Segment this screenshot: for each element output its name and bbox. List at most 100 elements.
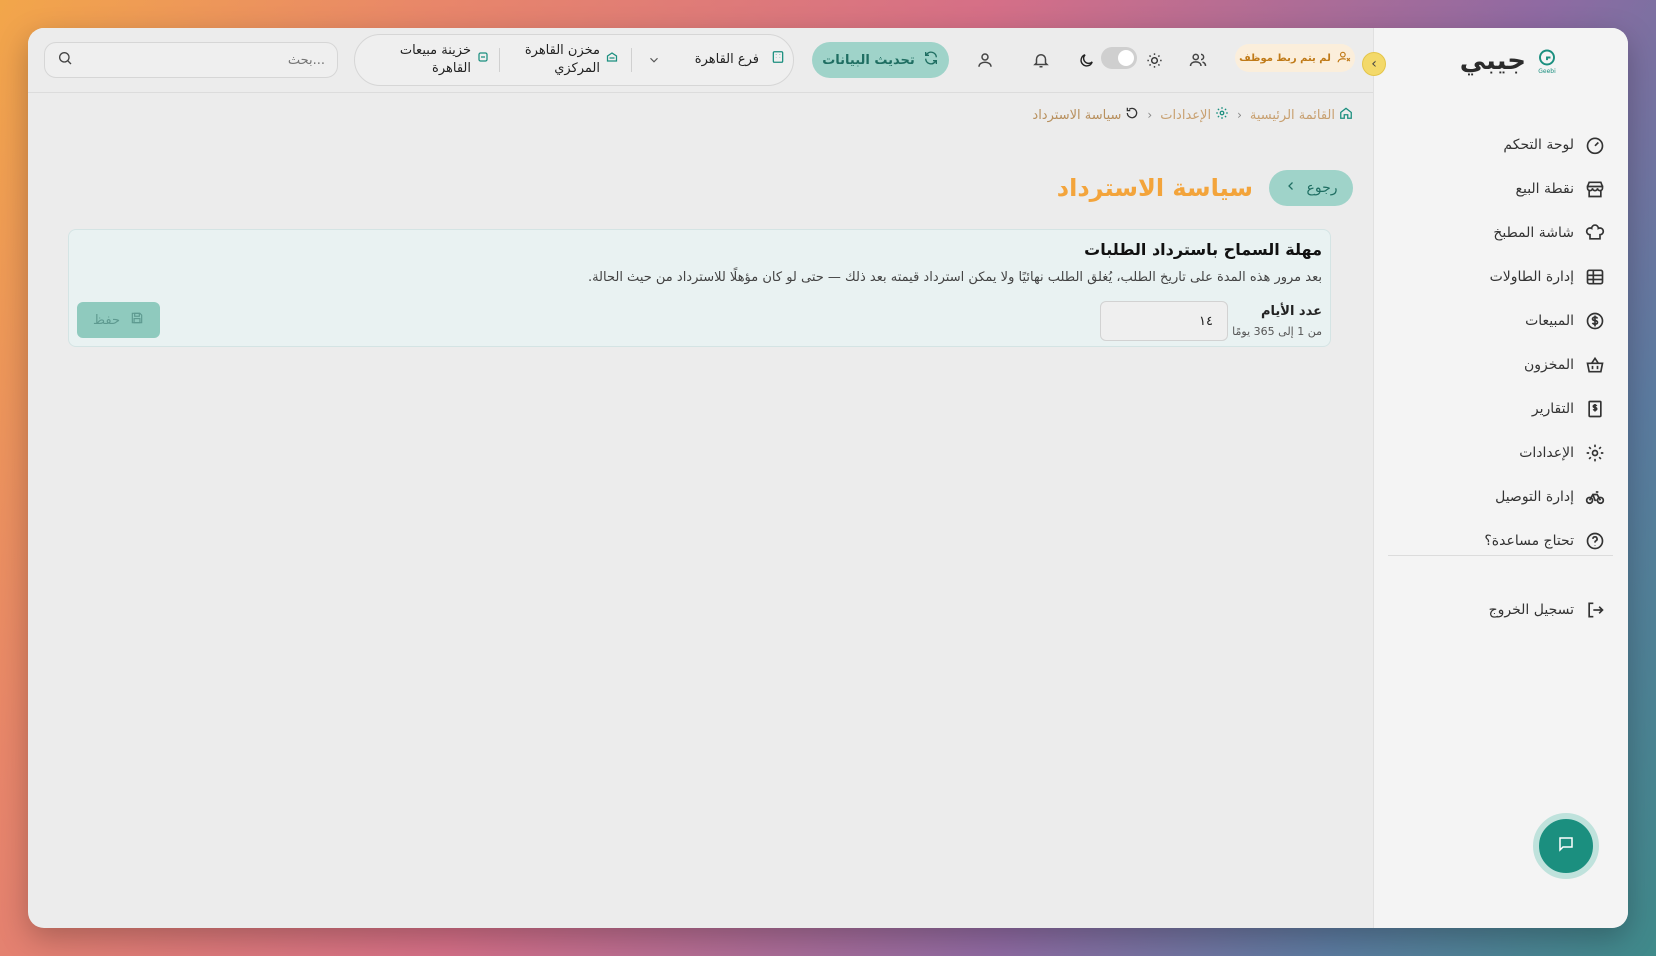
chat-button[interactable] xyxy=(1533,813,1599,879)
sidebar-item-settings[interactable]: الإعدادات xyxy=(1373,431,1628,475)
card-description: بعد مرور هذه المدة على تاريخ الطلب، يُغل… xyxy=(587,270,1322,285)
back-label: رجوع xyxy=(1306,180,1338,196)
chevron-left-icon: ‹ xyxy=(1371,56,1377,72)
sidebar-item-label: نقطة البيع xyxy=(1515,181,1574,197)
search-box[interactable] xyxy=(44,42,338,78)
sidebar-item-label: المخزون xyxy=(1523,357,1574,373)
back-button[interactable]: رجوع xyxy=(1269,170,1353,206)
days-field-hint: من 1 إلى 365 يومًا xyxy=(1232,325,1322,338)
divider xyxy=(631,48,632,72)
branch-label: فرع القاهرة xyxy=(694,52,759,67)
refresh-label: تحديث البيانات xyxy=(822,52,915,68)
sidebar-item-tables[interactable]: إدارة الطاولات xyxy=(1373,255,1628,299)
chevron-left-icon: ‹ xyxy=(1237,108,1242,122)
table-grid-icon xyxy=(1584,266,1606,288)
logout-button[interactable]: تسجيل الخروج xyxy=(1373,588,1628,632)
save-label: حفظ xyxy=(93,312,120,328)
user-warning-icon xyxy=(1337,50,1351,67)
sidebar-item-label: التقارير xyxy=(1531,401,1574,417)
search-input[interactable] xyxy=(81,52,325,68)
refresh-icon xyxy=(923,50,939,70)
cashbox-selector[interactable]: خزينة مبيعات القاهرة xyxy=(379,42,489,78)
logout-icon xyxy=(1584,599,1606,621)
days-field-label: عدد الأيام xyxy=(1260,304,1322,319)
breadcrumb: القائمة الرئيسية ‹ الإعدادات ‹ سياسة الا… xyxy=(1032,106,1353,124)
brand[interactable]: Geebi جيبي xyxy=(1460,46,1558,76)
warehouse-icon xyxy=(606,51,618,69)
cashbox-label: خزينة مبيعات القاهرة xyxy=(399,43,471,76)
breadcrumb-current: سياسة الاسترداد xyxy=(1032,106,1139,124)
page-header: رجوع سياسة الاسترداد xyxy=(1057,170,1353,206)
building-icon xyxy=(771,50,785,70)
search-icon[interactable] xyxy=(57,50,73,70)
user-icon[interactable] xyxy=(973,48,997,72)
app-window: خزينة مبيعات القاهرة مخزن القاهرة المركز… xyxy=(28,28,1628,928)
store-icon xyxy=(1584,178,1606,200)
collapse-sidebar-button[interactable]: ‹ xyxy=(1362,52,1386,76)
refresh-data-button[interactable]: تحديث البيانات xyxy=(812,42,949,78)
gear-icon xyxy=(1215,106,1229,124)
cashbox-icon xyxy=(477,51,489,69)
chevron-left-icon xyxy=(1285,180,1297,196)
refund-period-card: مهلة السماح باسترداد الطلبات بعد مرور هذ… xyxy=(68,229,1331,347)
sidebar-item-kitchen[interactable]: شاشة المطبخ xyxy=(1373,211,1628,255)
logout-label: تسجيل الخروج xyxy=(1488,602,1574,618)
home-icon xyxy=(1339,106,1353,124)
divider xyxy=(499,48,500,72)
sidebar-item-label: الإعدادات xyxy=(1519,445,1574,461)
sidebar-item-label: تحتاج مساعدة؟ xyxy=(1484,533,1574,549)
page-title: سياسة الاسترداد xyxy=(1056,174,1253,202)
context-selector: خزينة مبيعات القاهرة مخزن القاهرة المركز… xyxy=(354,34,794,86)
basket-icon xyxy=(1584,354,1606,376)
users-icon[interactable] xyxy=(1186,48,1210,72)
employee-badge[interactable]: لم يتم ربط موظف xyxy=(1235,44,1355,72)
chevron-down-icon[interactable] xyxy=(647,52,661,71)
save-icon xyxy=(130,311,144,329)
breadcrumb-home[interactable]: القائمة الرئيسية xyxy=(1250,106,1353,124)
sidebar-item-label: لوحة التحكم xyxy=(1503,137,1574,153)
sidebar-item-pos[interactable]: نقطة البيع xyxy=(1373,167,1628,211)
warehouse-selector[interactable]: مخزن القاهرة المركزي xyxy=(510,42,618,78)
sidebar-item-dashboard[interactable]: لوحة التحكم xyxy=(1373,123,1628,167)
topbar: خزينة مبيعات القاهرة مخزن القاهرة المركز… xyxy=(28,28,1373,93)
bell-icon[interactable] xyxy=(1029,48,1053,72)
sidebar-logout: تسجيل الخروج xyxy=(1373,588,1628,632)
warehouse-label: مخزن القاهرة المركزي xyxy=(524,43,600,76)
save-button[interactable]: حفظ xyxy=(77,302,160,338)
branch-selector[interactable]: فرع القاهرة xyxy=(685,50,785,70)
brand-logo-text: Geebi xyxy=(1538,68,1556,75)
sidebar-nav: لوحة التحكم نقطة البيع شاشة المطبخ إدارة… xyxy=(1373,123,1628,563)
breadcrumb-home-label: القائمة الرئيسية xyxy=(1249,107,1335,123)
receipt-icon xyxy=(1584,398,1606,420)
breadcrumb-current-label: سياسة الاسترداد xyxy=(1032,107,1122,123)
chevron-left-icon: ‹ xyxy=(1147,108,1153,122)
sidebar-item-label: إدارة الطاولات xyxy=(1489,269,1574,285)
sidebar-item-sales[interactable]: المبيعات xyxy=(1373,299,1628,343)
chat-icon xyxy=(1557,835,1575,857)
breadcrumb-settings-label: الإعدادات xyxy=(1160,107,1212,123)
help-circle-icon xyxy=(1584,530,1606,552)
brand-logo: Geebi xyxy=(1536,47,1558,75)
sidebar: ‹ Geebi جيبي لوحة التحكم نقطة البيع شاشة… xyxy=(1362,28,1628,928)
sidebar-item-label: إدارة التوصيل xyxy=(1495,489,1574,505)
days-input[interactable] xyxy=(1100,301,1228,341)
chef-hat-icon xyxy=(1584,222,1606,244)
brand-name: جيبي xyxy=(1459,46,1526,76)
sidebar-item-reports[interactable]: التقارير xyxy=(1373,387,1628,431)
moon-icon[interactable] xyxy=(1074,48,1098,72)
employee-badge-label: لم يتم ربط موظف xyxy=(1239,52,1331,64)
theme-toggle[interactable] xyxy=(1101,47,1137,69)
bike-icon xyxy=(1584,486,1606,508)
sidebar-item-help[interactable]: تحتاج مساعدة؟ xyxy=(1373,519,1628,563)
undo-icon xyxy=(1125,106,1139,124)
gear-icon xyxy=(1584,442,1606,464)
sidebar-item-inventory[interactable]: المخزون xyxy=(1373,343,1628,387)
dollar-circle-icon xyxy=(1584,310,1606,332)
gauge-icon xyxy=(1584,134,1606,156)
sidebar-item-label: شاشة المطبخ xyxy=(1493,225,1574,241)
sun-icon[interactable] xyxy=(1142,48,1166,72)
sidebar-item-label: المبيعات xyxy=(1525,313,1574,329)
breadcrumb-settings[interactable]: الإعدادات xyxy=(1160,106,1229,124)
card-title: مهلة السماح باسترداد الطلبات xyxy=(1084,240,1322,259)
sidebar-item-delivery[interactable]: إدارة التوصيل xyxy=(1373,475,1628,519)
